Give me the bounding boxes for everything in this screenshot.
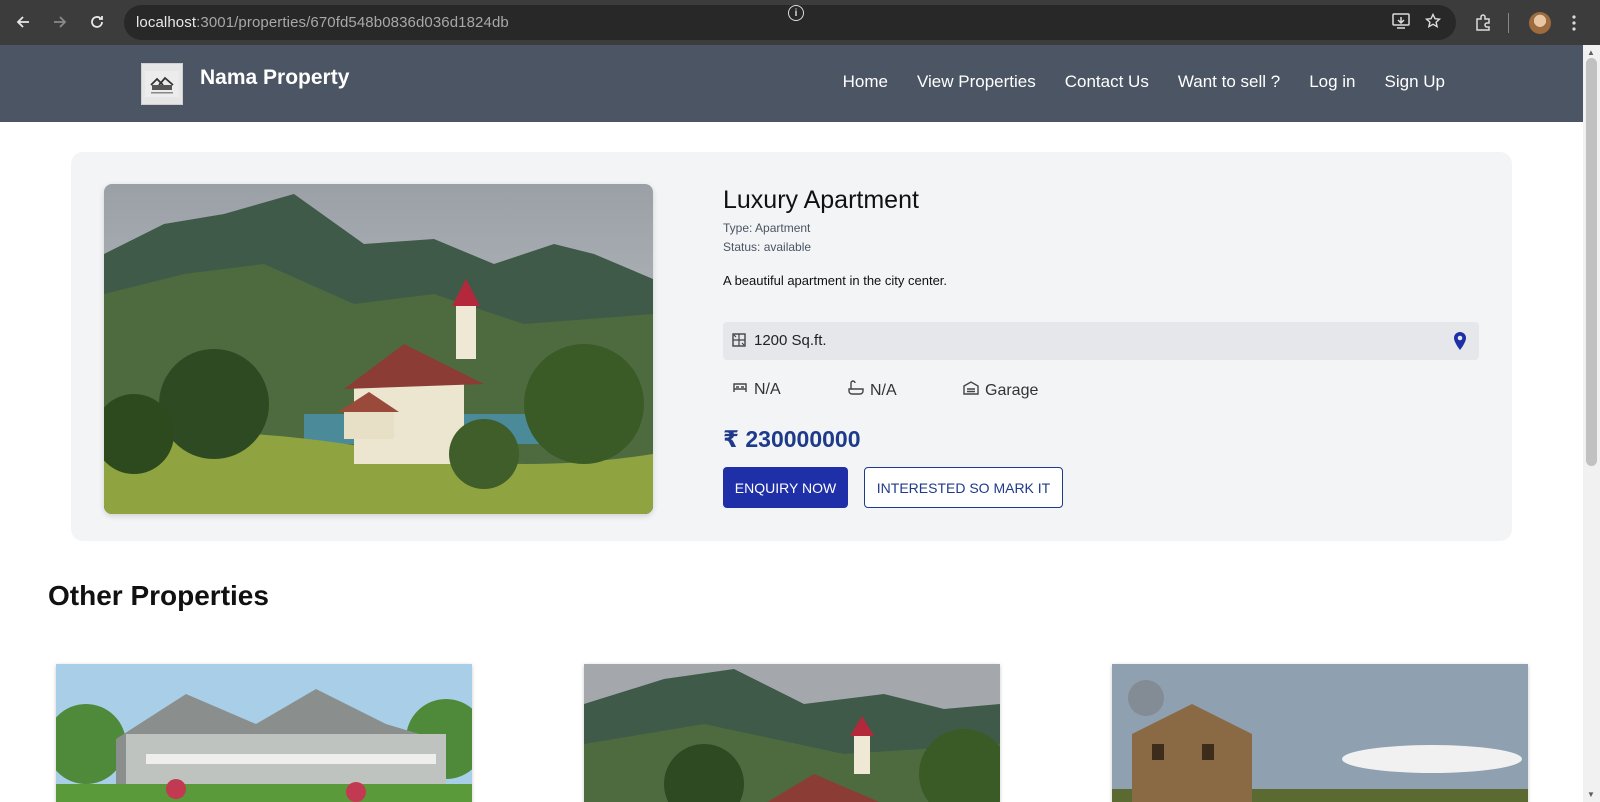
property-status: Status: available bbox=[723, 240, 812, 254]
garage-icon bbox=[963, 380, 979, 401]
install-app-icon[interactable] bbox=[1392, 13, 1410, 34]
main-nav: Home View Properties Contact Us Want to … bbox=[843, 72, 1445, 92]
bathrooms-feature: N/A bbox=[848, 380, 897, 401]
property-description: A beautiful apartment in the city center… bbox=[723, 273, 948, 288]
other-property-card[interactable] bbox=[584, 664, 1000, 802]
back-icon[interactable] bbox=[5, 4, 41, 40]
url-text: localhost:3001/properties/670fd548b0836d… bbox=[136, 14, 509, 31]
scroll-down-icon[interactable]: ▼ bbox=[1587, 790, 1595, 799]
property-type: Type: Apartment bbox=[723, 221, 811, 235]
property-thumbnail bbox=[56, 664, 472, 802]
bookmark-star-icon[interactable] bbox=[1424, 12, 1442, 34]
property-price: ₹ 230000000 bbox=[723, 426, 861, 452]
site-info-icon[interactable]: i bbox=[788, 5, 804, 21]
bathtub-icon bbox=[848, 380, 864, 401]
toolbar-separator bbox=[1508, 12, 1509, 33]
bed-icon bbox=[732, 380, 748, 399]
nav-home[interactable]: Home bbox=[843, 72, 888, 92]
enquiry-now-button[interactable]: ENQUIRY NOW bbox=[723, 467, 848, 508]
parking-value: Garage bbox=[985, 381, 1039, 399]
location-pin-icon[interactable] bbox=[1453, 331, 1467, 351]
extensions-icon[interactable] bbox=[1474, 6, 1492, 39]
scroll-up-icon[interactable]: ▲ bbox=[1587, 48, 1595, 57]
brand-name[interactable]: Nama Property bbox=[200, 66, 349, 90]
bedrooms-value: N/A bbox=[754, 380, 781, 398]
other-property-card[interactable] bbox=[1112, 664, 1528, 802]
property-title: Luxury Apartment bbox=[723, 186, 919, 214]
nav-contact-us[interactable]: Contact Us bbox=[1065, 72, 1149, 92]
page-viewport: Nama Property Home View Properties Conta… bbox=[0, 45, 1583, 802]
forward-icon[interactable] bbox=[42, 4, 78, 40]
parking-feature: Garage bbox=[963, 380, 1038, 401]
page-scrollbar[interactable]: ▲ ▼ bbox=[1583, 45, 1600, 802]
site-header: Nama Property Home View Properties Conta… bbox=[0, 45, 1583, 122]
area-text: 1200 Sq.ft. bbox=[754, 332, 827, 349]
interested-mark-button[interactable]: INTERESTED SO MARK IT bbox=[864, 467, 1063, 508]
property-thumbnail bbox=[584, 664, 1000, 802]
reload-icon[interactable] bbox=[79, 4, 115, 40]
property-photo bbox=[104, 184, 653, 514]
other-property-card[interactable] bbox=[56, 664, 472, 802]
nav-view-properties[interactable]: View Properties bbox=[917, 72, 1036, 92]
kebab-menu-icon[interactable] bbox=[1572, 6, 1576, 39]
nav-want-to-sell[interactable]: Want to sell ? bbox=[1178, 72, 1280, 92]
property-info: Luxury Apartment Type: Apartment Status:… bbox=[723, 152, 1483, 541]
profile-avatar[interactable] bbox=[1529, 11, 1551, 34]
scrollbar-thumb[interactable] bbox=[1586, 58, 1597, 466]
address-bar[interactable]: i localhost:3001/properties/670fd548b083… bbox=[124, 5, 1456, 40]
browser-toolbar: i localhost:3001/properties/670fd548b083… bbox=[0, 0, 1600, 45]
area-size-icon bbox=[731, 332, 747, 348]
bedrooms-feature: N/A bbox=[732, 380, 781, 399]
brand-logo[interactable] bbox=[141, 63, 183, 105]
nav-sign-up[interactable]: Sign Up bbox=[1385, 72, 1445, 92]
area-bar: 1200 Sq.ft. bbox=[723, 322, 1479, 360]
property-detail-card: Luxury Apartment Type: Apartment Status:… bbox=[71, 152, 1512, 541]
bathrooms-value: N/A bbox=[870, 381, 897, 399]
property-thumbnail bbox=[1112, 664, 1528, 802]
nav-log-in[interactable]: Log in bbox=[1309, 72, 1355, 92]
other-properties-heading: Other Properties bbox=[48, 580, 269, 611]
